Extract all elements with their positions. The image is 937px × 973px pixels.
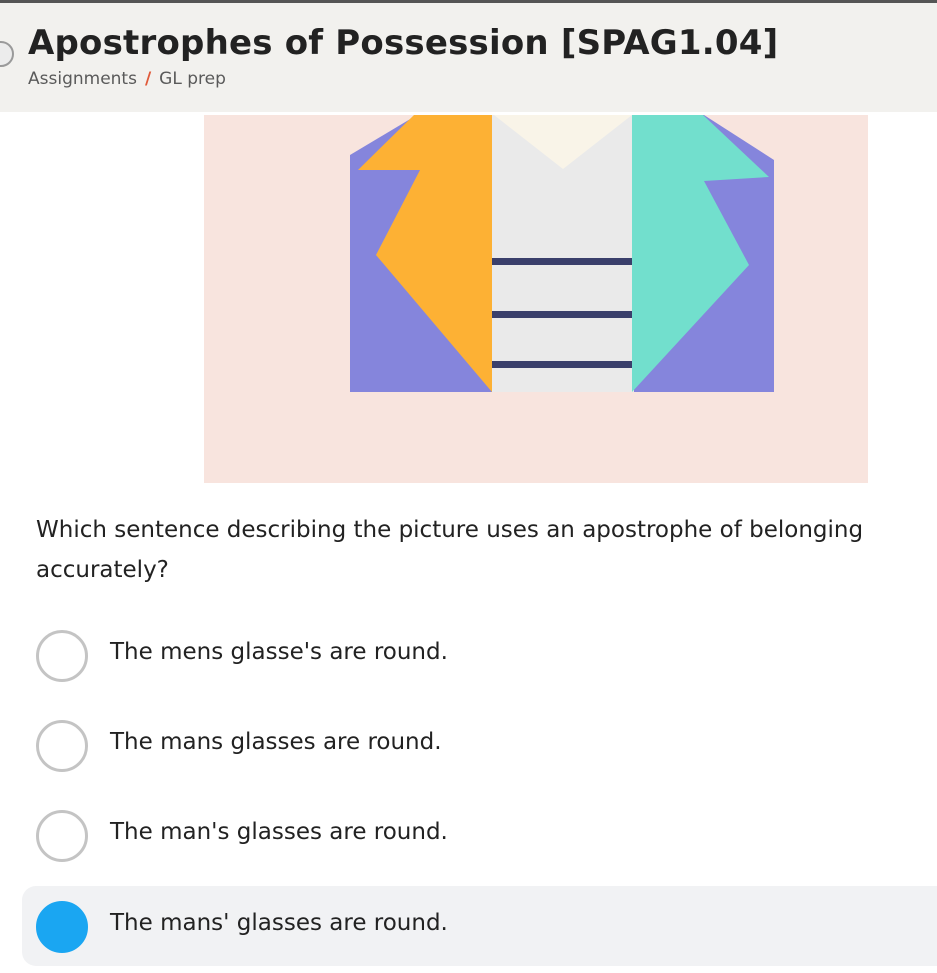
answer-option-label: The mans glasses are round. — [110, 729, 442, 755]
radio-button-icon[interactable] — [36, 810, 88, 862]
page-header: Apostrophes of Possession [SPAG1.04] Ass… — [0, 3, 937, 112]
page-title: Apostrophes of Possession [SPAG1.04] — [28, 23, 779, 63]
shirt-stripe-1 — [492, 258, 633, 265]
answer-option-4[interactable]: The mans' glasses are round. — [22, 886, 937, 966]
jacket-illustration — [204, 115, 868, 483]
answer-option-label: The man's glasses are round. — [110, 819, 448, 845]
radio-button-selected-icon[interactable] — [36, 901, 88, 953]
breadcrumb: Assignments / GL prep — [28, 69, 226, 89]
answer-option-2[interactable]: The mans glasses are round. — [22, 705, 937, 785]
radio-button-icon[interactable] — [36, 720, 88, 772]
shirt-stripe-2 — [492, 311, 633, 318]
question-picture — [204, 115, 868, 483]
shirt-stripe-3 — [492, 361, 633, 368]
breadcrumb-separator: / — [144, 69, 152, 89]
radio-button-icon[interactable] — [36, 630, 88, 682]
answer-option-1[interactable]: The mens glasse's are round. — [22, 615, 937, 695]
question-text: Which sentence describing the picture us… — [36, 517, 864, 583]
breadcrumb-gl-prep[interactable]: GL prep — [159, 69, 226, 89]
back-button-icon[interactable] — [0, 41, 14, 67]
answer-option-3[interactable]: The man's glasses are round. — [22, 795, 937, 875]
breadcrumb-assignments[interactable]: Assignments — [28, 69, 137, 89]
answer-option-label: The mans' glasses are round. — [110, 910, 448, 936]
answer-option-label: The mens glasse's are round. — [110, 639, 448, 665]
